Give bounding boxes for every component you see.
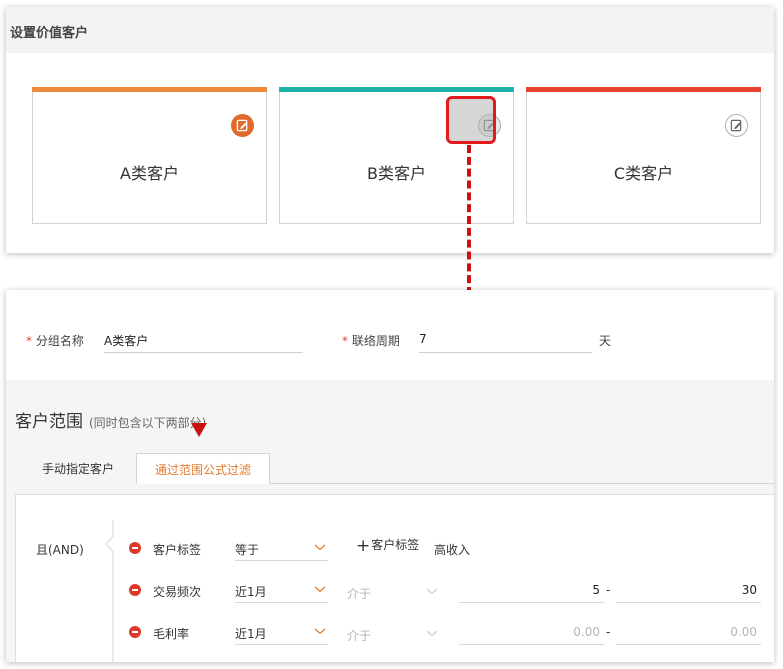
chevron-down-icon: [426, 627, 438, 639]
logic-operator: 且(AND): [36, 543, 84, 557]
chevron-down-icon: [314, 625, 326, 637]
tab-formula-filter[interactable]: 通过范围公式过滤: [136, 453, 270, 484]
required-mark: *: [26, 334, 32, 348]
plus-icon: +: [356, 536, 371, 556]
edit-icon[interactable]: [231, 114, 254, 137]
filter-panel: 且(AND) 客户标签 等于 +客户标签 高收入 交易频次 近1月 介于 5 -…: [15, 494, 774, 662]
edit-icon[interactable]: [478, 114, 501, 137]
condition-field: 交易频次: [153, 585, 202, 599]
condition-field: 客户标签: [153, 543, 202, 557]
period-select[interactable]: 近1月: [235, 621, 328, 645]
operator-select[interactable]: 介于: [347, 623, 440, 647]
range-max-input[interactable]: 0.00: [616, 621, 761, 645]
tab-divider: [270, 483, 774, 484]
select-value: 等于: [235, 543, 260, 557]
select-value: 介于: [347, 629, 372, 643]
chevron-down-icon: [314, 583, 326, 595]
label-text: 联络周期: [351, 334, 400, 348]
range-min-input[interactable]: 0.00: [459, 621, 604, 645]
cycle-label: * 联络周期: [342, 332, 400, 349]
annotation-connector: [467, 145, 471, 295]
remove-condition-icon[interactable]: [129, 542, 141, 554]
select-value: 近1月: [235, 627, 267, 641]
range-max-input[interactable]: 30: [616, 579, 761, 603]
remove-condition-icon[interactable]: [129, 584, 141, 596]
add-tag-label: 客户标签: [371, 538, 420, 552]
range-title: 客户范围 (同时包含以下两部分): [15, 407, 206, 432]
chevron-down-icon: [426, 585, 438, 597]
card-a-customer[interactable]: A类客户: [32, 87, 267, 224]
label-text: 分组名称: [35, 334, 84, 348]
card-label: B类客户: [367, 164, 426, 183]
value-customer-panel: 设置价值客户 A类客户 B类客户 C类客户: [6, 7, 774, 253]
card-label: C类客户: [613, 164, 674, 183]
required-mark: *: [342, 334, 348, 348]
card-accent-bar: [32, 87, 267, 92]
add-tag-button[interactable]: +客户标签: [356, 536, 419, 556]
operator-select[interactable]: 介于: [347, 581, 440, 605]
chevron-down-icon: [314, 541, 326, 553]
group-form: * 分组名称 A类客户 * 联络周期 7 天: [6, 290, 774, 380]
tag-chip: 高收入: [434, 543, 471, 557]
group-name-label: * 分组名称: [26, 332, 84, 349]
cycle-input[interactable]: 7: [419, 328, 592, 353]
select-value: 近1月: [235, 585, 267, 599]
period-select[interactable]: 近1月: [235, 579, 328, 603]
remove-condition-icon[interactable]: [129, 626, 141, 638]
cycle-unit: 天: [599, 334, 612, 348]
condition-field: 毛利率: [153, 627, 190, 641]
range-min-input[interactable]: 5: [459, 579, 604, 603]
range-separator: -: [606, 625, 611, 639]
card-c-customer[interactable]: C类客户: [526, 87, 761, 224]
edit-icon[interactable]: [725, 114, 748, 137]
group-edit-panel: * 分组名称 A类客户 * 联络周期 7 天 客户范围 (同时包含以下两部分) 手…: [6, 290, 774, 662]
group-name-input[interactable]: A类客户: [104, 328, 303, 353]
panel-header: 设置价值客户: [6, 7, 774, 53]
card-accent-bar: [279, 87, 514, 92]
annotation-arrow: [191, 423, 207, 437]
range-separator: -: [606, 583, 611, 597]
range-title-text: 客户范围: [15, 412, 83, 432]
card-accent-bar: [526, 87, 761, 92]
panel-title: 设置价值客户: [10, 26, 89, 41]
operator-select[interactable]: 等于: [235, 537, 328, 561]
tab-manual-customers[interactable]: 手动指定客户: [26, 453, 130, 484]
range-note: (同时包含以下两部分): [89, 416, 207, 430]
card-label: A类客户: [120, 164, 179, 183]
card-b-customer[interactable]: B类客户: [279, 87, 514, 224]
logic-bracket: [105, 520, 114, 662]
select-value: 介于: [347, 587, 372, 601]
